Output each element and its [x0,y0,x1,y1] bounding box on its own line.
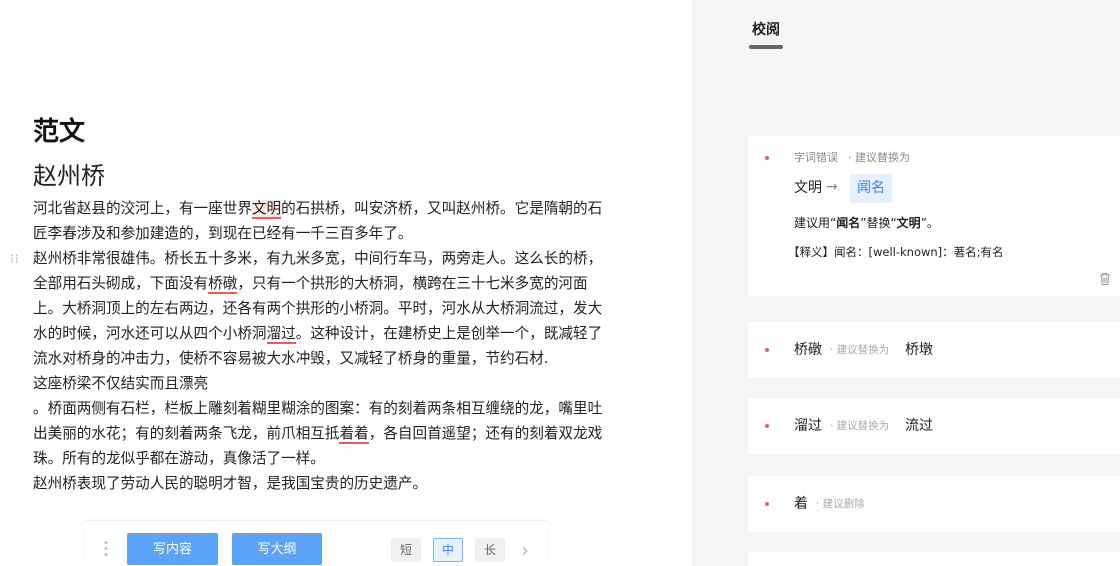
error-dot-icon [765,156,769,160]
suggestion-card-expanded[interactable]: 字词错误 · 建议替换为 文明 → 闻名 建议用“闻名”替换“文明”。 【释义】… [748,136,1120,296]
editor-panel: ⁞⁞ 范文 赵州桥 河北省赵县的洨河上，有一座世界文明的石拱桥，叫安济桥，又叫赵… [0,0,692,566]
advice-text: 建议用“闻名”替换“文明”。 [794,216,939,230]
flagged-word[interactable]: 桥礅 [208,275,238,294]
write-outline-button[interactable]: 写大纲 [232,533,322,565]
flagged-word[interactable]: 溜过 [266,325,296,344]
paragraph-text: 河北省赵县的洨河上，有一座世界 [33,200,252,217]
suggestion-hint: · 建议删除 [816,498,865,510]
write-content-button[interactable]: 写内容 [127,533,218,565]
suggestion-hint: · 建议替换为 [830,344,890,356]
suggestion-hint: · 建议替换为 [848,151,910,164]
original-word: 桥礅 [794,342,822,358]
tab-review[interactable]: 校阅 [752,20,780,40]
tab-active-indicator [749,45,783,49]
chevron-right-icon[interactable]: › [521,538,529,562]
definition-text: 【释义】闻名：[well-known]：著名;有名 [788,245,1004,259]
doc-body[interactable]: 河北省赵县的洨河上，有一座世界文明的石拱桥，叫安济桥，又叫赵州桥。它是隋朝的石匠… [33,196,608,496]
doc-subtitle[interactable]: 赵州桥 [33,160,608,192]
error-type-label: 字词错误 [794,151,838,164]
length-medium-button[interactable]: 中 [433,538,463,562]
paragraph[interactable]: 。桥面两侧有石栏，栏板上雕刻着糊里糊涂的图案：有的刻着两条相互缠绕的龙，嘴里吐出… [33,396,608,471]
paragraph[interactable]: 河北省赵县的洨河上，有一座世界文明的石拱桥，叫安济桥，又叫赵州桥。它是隋朝的石匠… [33,196,608,246]
replacement-word[interactable]: 流过 [905,416,933,436]
paragraph-text: 这座桥梁不仅结实而且漂亮 [33,375,209,392]
arrow-right-icon: → [826,179,838,195]
length-short-button[interactable]: 短 [391,538,421,562]
error-dot-icon [765,348,769,352]
paragraph[interactable]: 赵州桥表现了劳动人民的聪明才智，是我国宝贵的历史遗产。 [33,471,608,496]
paragraph[interactable]: 赵州桥非常很雄伟。桥长五十多米，有九米多宽，中间行车马，两旁走人。这么长的桥，全… [33,246,608,371]
review-panel: 校阅 字词错误 · 建议替换为 文明 → 闻名 建议用“闻名”替换“文明”。 【… [692,0,1120,566]
doc-title[interactable]: 范文 [33,116,608,148]
original-word: 溜过 [794,418,822,434]
replacement-chip[interactable]: 闻名 [850,174,892,203]
error-dot-icon [765,424,769,428]
paragraph[interactable]: 这座桥梁不仅结实而且漂亮 [33,371,608,396]
original-word: 着 [794,496,808,512]
original-word: 文明 [794,180,822,196]
length-long-button[interactable]: 长 [475,538,505,562]
flagged-word[interactable]: 文明 [251,200,282,219]
suggestion-card[interactable]: 溜过 · 建议替换为 流过 [748,398,1120,454]
document[interactable]: 范文 赵州桥 河北省赵县的洨河上，有一座世界文明的石拱桥，叫安济桥，又叫赵州桥。… [33,116,608,496]
flagged-word[interactable]: 着着 [339,425,369,444]
suggestion-card[interactable]: 着 · 建议删除 [748,476,1120,532]
suggestion-card[interactable]: 桥礅 · 建议替换为 桥墩 [748,322,1120,378]
more-icon[interactable]: • • • [103,539,109,561]
suggestion-hint: · 建议替换为 [830,420,890,432]
drag-handle-icon[interactable]: ⁞⁞ [10,253,20,270]
replacement-word[interactable]: 桥墩 [905,340,933,360]
suggestion-card[interactable] [748,552,1120,566]
error-dot-icon [765,502,769,506]
trash-icon[interactable] [1099,272,1111,286]
paragraph-text: 赵州桥表现了劳动人民的聪明才智，是我国宝贵的历史遗产。 [33,475,428,492]
bottom-toolbar: • • • 写内容 写大纲 短 中 长 › [85,520,547,566]
